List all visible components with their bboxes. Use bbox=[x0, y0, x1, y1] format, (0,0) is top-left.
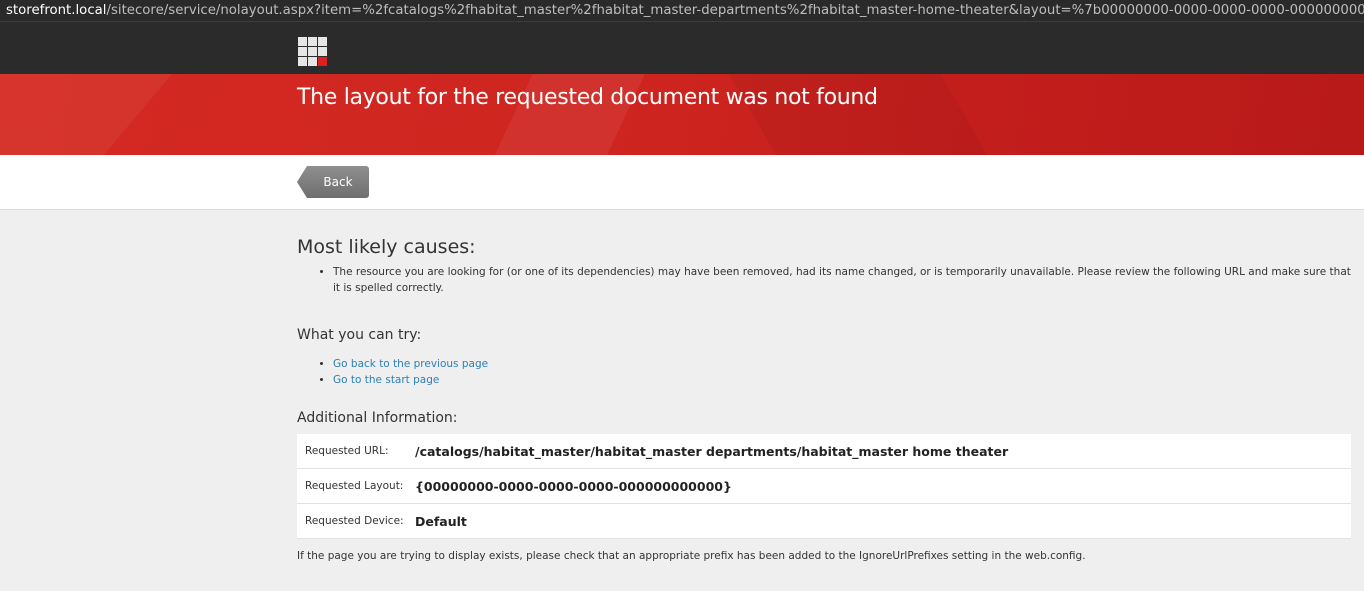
page-title: The layout for the requested document wa… bbox=[297, 85, 878, 110]
additional-info-heading: Additional Information: bbox=[297, 410, 458, 426]
requested-url-value: /catalogs/habitat_master/habitat_master … bbox=[414, 434, 1351, 469]
try-heading: What you can try: bbox=[297, 327, 422, 343]
start-page-link[interactable]: Go to the start page bbox=[333, 374, 439, 386]
table-row: Requested Device: Default bbox=[297, 503, 1351, 539]
top-navigation-bar bbox=[0, 22, 1364, 74]
back-button[interactable]: Back bbox=[297, 166, 369, 198]
causes-list: The resource you are looking for (or one… bbox=[297, 264, 1351, 296]
address-path: /sitecore/service/nolayout.aspx?item=%2f… bbox=[106, 3, 1364, 18]
additional-info-table: Requested URL: /catalogs/habitat_master/… bbox=[297, 434, 1351, 539]
previous-page-link[interactable]: Go back to the previous page bbox=[333, 358, 488, 370]
list-item: Go back to the previous page bbox=[333, 356, 1364, 372]
try-links-list: Go back to the previous page Go to the s… bbox=[297, 356, 1364, 388]
error-banner: The layout for the requested document wa… bbox=[0, 74, 1364, 155]
footnote-text: If the page you are trying to display ex… bbox=[297, 550, 1086, 562]
main-content: Most likely causes: The resource you are… bbox=[297, 236, 1351, 562]
table-row: Requested Layout: {00000000-0000-0000-00… bbox=[297, 468, 1351, 504]
cause-item: The resource you are looking for (or one… bbox=[333, 264, 1351, 296]
requested-device-label: Requested Device: bbox=[297, 503, 414, 539]
requested-device-value: Default bbox=[414, 503, 1351, 539]
list-item: Go to the start page bbox=[333, 372, 1364, 388]
address-host: storefront.local bbox=[6, 3, 107, 18]
requested-layout-label: Requested Layout: bbox=[297, 468, 414, 504]
address-bar[interactable]: storefront.local/sitecore/service/nolayo… bbox=[0, 0, 1364, 22]
table-row: Requested URL: /catalogs/habitat_master/… bbox=[297, 434, 1351, 469]
causes-heading: Most likely causes: bbox=[297, 236, 476, 258]
requested-layout-value: {00000000-0000-0000-0000-000000000000} bbox=[414, 468, 1351, 504]
requested-url-label: Requested URL: bbox=[297, 434, 414, 469]
toolbar bbox=[0, 155, 1364, 210]
sitecore-grid-logo-icon[interactable] bbox=[298, 37, 327, 66]
